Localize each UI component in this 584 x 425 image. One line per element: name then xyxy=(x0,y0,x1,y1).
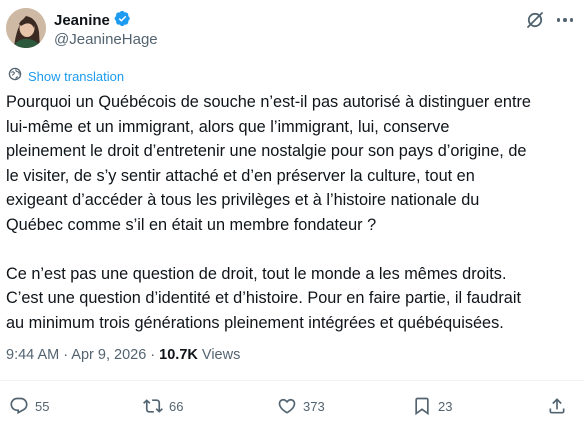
tweet-paragraph: Pourquoi un Québécois de souche n’est-il… xyxy=(6,93,531,234)
bookmark-count: 23 xyxy=(438,398,453,414)
divider xyxy=(0,380,584,381)
like-count: 373 xyxy=(303,398,325,414)
verified-badge-icon xyxy=(114,10,131,32)
reply-button[interactable]: 55 xyxy=(9,396,49,416)
like-button[interactable]: 373 xyxy=(277,396,325,416)
author-handle[interactable]: @JeanineHage xyxy=(54,31,158,49)
reply-count: 55 xyxy=(35,398,50,414)
tweet-paragraph: Ce n’est pas une question de droit, tout… xyxy=(6,264,521,332)
reply-icon xyxy=(9,396,29,416)
tweet-meta: 9:44 AM · Apr 9, 2026 · 10.7K Views xyxy=(6,346,240,364)
meta-separator: · xyxy=(146,347,160,363)
tweet-time[interactable]: 9:44 AM xyxy=(6,347,59,363)
repost-icon xyxy=(143,396,163,416)
repost-count: 66 xyxy=(169,398,184,414)
views-label: Views xyxy=(201,347,241,363)
tweet-actions: 55 66 373 23 xyxy=(0,396,584,420)
tweet-date[interactable]: Apr 9, 2026 xyxy=(71,347,146,363)
author-display-name[interactable]: Jeanine xyxy=(54,12,110,30)
share-button[interactable] xyxy=(547,396,567,416)
author-name-row: Jeanine xyxy=(54,10,131,32)
show-translation-link[interactable]: Show translation xyxy=(8,67,124,86)
grok-icon[interactable] xyxy=(525,10,545,30)
heart-icon xyxy=(277,396,297,416)
meta-separator: · xyxy=(59,347,72,363)
views-count[interactable]: 10.7K xyxy=(159,347,198,363)
repost-button[interactable]: 66 xyxy=(143,396,183,416)
show-translation-label: Show translation xyxy=(28,68,125,84)
bookmark-icon xyxy=(412,396,432,416)
bookmark-button[interactable]: 23 xyxy=(412,396,452,416)
more-options-icon[interactable] xyxy=(554,10,576,30)
avatar[interactable] xyxy=(6,8,46,48)
tweet-text: Pourquoi un Québécois de souche n’est-il… xyxy=(6,90,578,335)
share-icon xyxy=(547,396,567,416)
globe-icon xyxy=(8,67,22,86)
